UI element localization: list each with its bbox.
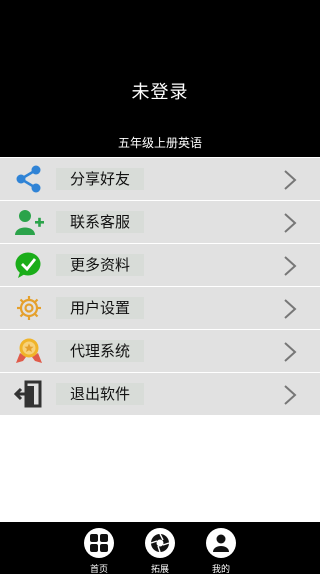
header: 未登录 五年级上册英语: [0, 0, 320, 157]
chevron-right-icon: [282, 384, 298, 406]
tab-label: 我的: [211, 565, 230, 575]
login-status-title[interactable]: 未登录: [0, 78, 320, 104]
tab-expand[interactable]: 拓展: [140, 528, 180, 575]
exit-icon: [13, 380, 44, 408]
tab-label: 首页: [89, 565, 108, 575]
menu-label: 代理系统: [56, 340, 145, 362]
tab-label: 拓展: [150, 565, 169, 575]
tab-mine[interactable]: 我的: [201, 528, 241, 575]
gear-icon: [14, 294, 44, 322]
share-icon: [14, 165, 44, 193]
menu-label: 退出软件: [56, 383, 145, 405]
chevron-right-icon: [282, 169, 298, 191]
aperture-icon: [145, 528, 175, 558]
add-user-icon: [14, 208, 44, 236]
chevron-right-icon: [282, 341, 298, 363]
menu-item-more-materials[interactable]: 更多资料: [0, 244, 320, 287]
tab-home[interactable]: 首页: [79, 528, 119, 575]
menu-item-share[interactable]: 分享好友: [0, 158, 320, 201]
menu-item-agent-system[interactable]: 代理系统: [0, 330, 320, 373]
bottom-nav: 首页 拓展 我的: [0, 522, 320, 575]
menu-list: 分享好友 联系客服 更多资料 用户设置 代理系统 退出软件: [0, 158, 320, 416]
book-subtitle: 五年级上册英语: [117, 136, 202, 150]
menu-label: 分享好友: [56, 168, 145, 190]
user-icon: [206, 528, 236, 558]
menu-item-exit[interactable]: 退出软件: [0, 373, 320, 416]
menu-label: 更多资料: [56, 254, 145, 276]
chevron-right-icon: [282, 212, 298, 234]
home-grid-icon: [84, 528, 114, 558]
menu-item-settings[interactable]: 用户设置: [0, 287, 320, 330]
menu-label: 联系客服: [56, 211, 145, 233]
wechat-icon: [14, 251, 44, 279]
chevron-right-icon: [282, 298, 298, 320]
menu-item-contact[interactable]: 联系客服: [0, 201, 320, 244]
menu-label: 用户设置: [56, 297, 145, 319]
award-icon: [14, 337, 44, 365]
chevron-right-icon: [282, 255, 298, 277]
